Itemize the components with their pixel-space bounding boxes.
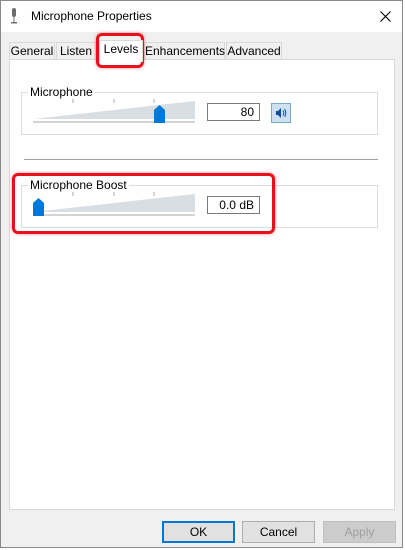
slider-thumb[interactable] xyxy=(153,105,165,123)
mute-toggle-button[interactable] xyxy=(271,103,291,123)
microphone-boost-label: Microphone Boost xyxy=(28,178,129,192)
cancel-button[interactable]: Cancel xyxy=(242,521,315,543)
microphone-group: Microphone 80 xyxy=(21,85,378,135)
microphone-properties-dialog: Microphone Properties General Listen Lev… xyxy=(0,0,403,548)
microphone-boost-slider[interactable] xyxy=(33,192,195,216)
apply-button[interactable]: Apply xyxy=(323,521,396,543)
tab-strip: General Listen Levels Enhancements Advan… xyxy=(9,40,394,62)
slider-thumb[interactable] xyxy=(33,198,44,216)
slider-track xyxy=(33,99,195,123)
microphone-label: Microphone xyxy=(28,85,95,99)
tab-levels[interactable]: Levels xyxy=(99,40,143,62)
section-divider xyxy=(24,159,378,160)
slider-track xyxy=(33,192,195,216)
window-title: Microphone Properties xyxy=(31,9,152,23)
microphone-boost-group: Microphone Boost 0.0 dB xyxy=(21,178,378,228)
tab-listen[interactable]: Listen xyxy=(56,42,96,60)
tab-general[interactable]: General xyxy=(9,42,55,60)
tab-advanced[interactable]: Advanced xyxy=(226,42,282,60)
microphone-level-value[interactable]: 80 xyxy=(207,103,260,121)
title-bar: Microphone Properties xyxy=(1,1,402,32)
speaker-volume-icon xyxy=(276,108,287,118)
tab-enhancements[interactable]: Enhancements xyxy=(144,42,225,60)
microphone-boost-value[interactable]: 0.0 dB xyxy=(207,196,260,214)
microphone-level-slider[interactable] xyxy=(33,99,195,123)
close-button[interactable] xyxy=(368,1,402,32)
close-icon xyxy=(379,11,391,22)
levels-panel: Microphone 80 Microphone Boost 0.0 dB xyxy=(9,59,395,510)
ok-button[interactable]: OK xyxy=(162,521,235,543)
microphone-icon xyxy=(11,8,17,24)
